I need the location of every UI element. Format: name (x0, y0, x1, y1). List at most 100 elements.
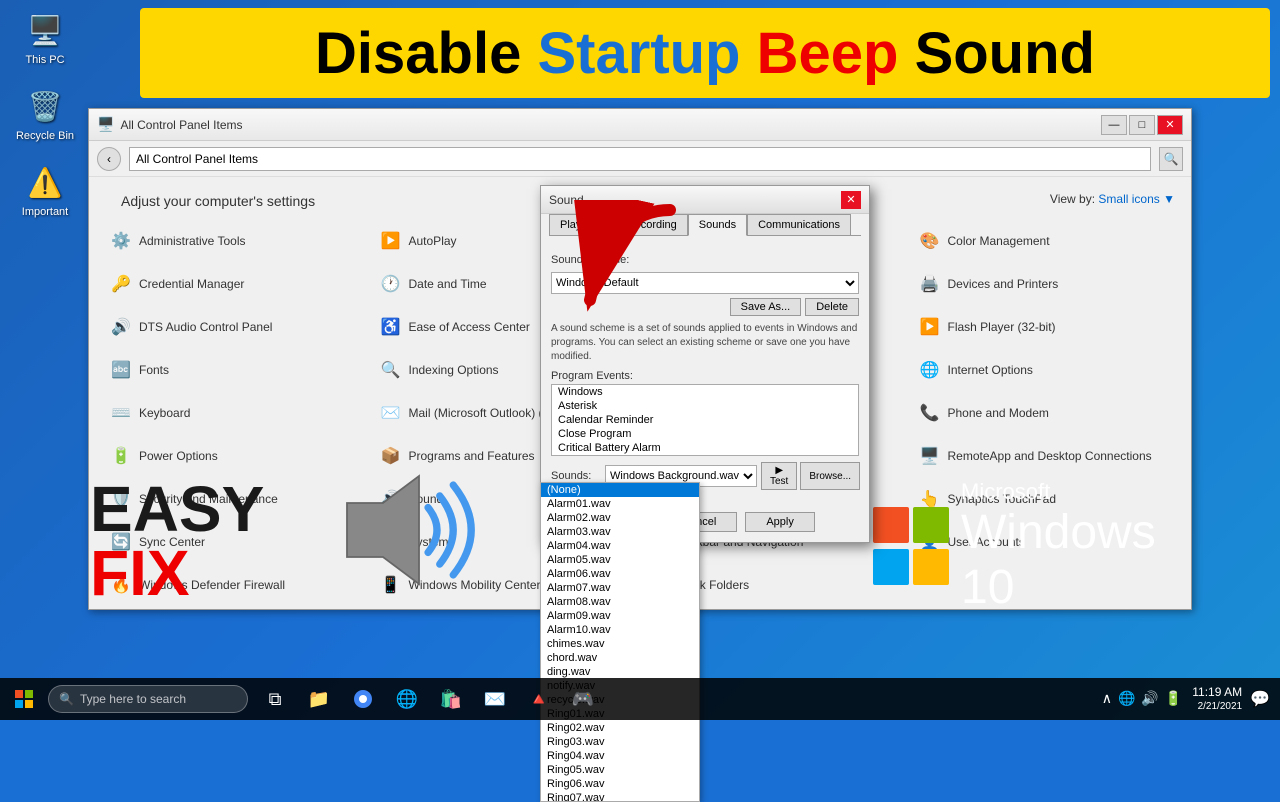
windows10-text: Windows 10 (961, 505, 1185, 615)
cp-item-keyboard[interactable]: ⌨️ Keyboard (105, 393, 367, 434)
indexing-icon: 🔍 (381, 360, 401, 380)
dropdown-item-alarm07[interactable]: Alarm07.wav (541, 581, 699, 595)
store-taskbar[interactable]: 🛍️ (432, 678, 470, 720)
win-logo-red (873, 507, 909, 543)
events-list[interactable]: Windows Asterisk Calendar Reminder Close… (551, 384, 859, 456)
clock-date: 2/21/2021 (1192, 700, 1242, 714)
view-mode[interactable]: Small icons (1098, 192, 1159, 206)
dropdown-item-alarm09[interactable]: Alarm09.wav (541, 609, 699, 623)
maximize-button[interactable]: □ (1129, 115, 1155, 135)
mail-taskbar[interactable]: ✉️ (476, 678, 514, 720)
windows-logo-grid (873, 507, 949, 587)
cp-item-phone-modem[interactable]: 📞 Phone and Modem (914, 393, 1176, 434)
desktop-icon-important[interactable]: ⚠️ Important (10, 162, 80, 218)
back-button[interactable]: ‹ (97, 147, 121, 171)
win-logo-green (913, 507, 949, 543)
address-bar[interactable]: All Control Panel Items (129, 147, 1151, 171)
devices-printers-icon: 🖨️ (920, 274, 940, 294)
dropdown-item-alarm08[interactable]: Alarm08.wav (541, 595, 699, 609)
cp-item-devices-printers[interactable]: 🖨️ Devices and Printers (914, 264, 1176, 305)
sound-scheme-select[interactable]: Windows Default (551, 272, 859, 294)
desktop-icons: 🖥️ This PC 🗑️ Recycle Bin ⚠️ Important (10, 10, 80, 218)
tab-recording[interactable]: Recording (616, 214, 688, 235)
browse-button[interactable]: Browse... (800, 462, 860, 490)
tab-playback[interactable]: Playback (549, 214, 616, 235)
search-button[interactable]: 🔍 (1159, 147, 1183, 171)
desktop-icon-recycle-bin[interactable]: 🗑️ Recycle Bin (10, 86, 80, 142)
volume-icon[interactable]: 🔊 (1141, 690, 1158, 707)
dropdown-item-alarm01[interactable]: Alarm01.wav (541, 497, 699, 511)
taskbar-search[interactable]: 🔍 Type here to search (48, 685, 248, 713)
event-close-program[interactable]: Close Program (552, 427, 858, 441)
admin-tools-icon: ⚙️ (111, 231, 131, 251)
autoplay-icon: ▶️ (381, 231, 401, 251)
microsoft-text: Microsoft (961, 479, 1185, 505)
dropdown-item-ring07[interactable]: Ring07.wav (541, 791, 699, 802)
flash-player-icon: ▶️ (920, 317, 940, 337)
dropdown-item-ring05[interactable]: Ring05.wav (541, 763, 699, 777)
clock-time: 11:19 AM (1192, 684, 1242, 701)
notification-center-button[interactable]: 💬 (1250, 689, 1270, 709)
cp-item-credential[interactable]: 🔑 Credential Manager (105, 264, 367, 305)
cp-titlebar: 🖥️ All Control Panel Items — □ ✕ (89, 109, 1191, 141)
start-button[interactable] (0, 678, 48, 720)
network-icon[interactable]: 🌐 (1118, 690, 1135, 707)
minimize-button[interactable]: — (1101, 115, 1127, 135)
sound-scheme-row: Sound Scheme: (551, 254, 859, 266)
cp-item-flash-player[interactable]: ▶️ Flash Player (32-bit) (914, 307, 1176, 348)
dropdown-item-alarm02[interactable]: Alarm02.wav (541, 511, 699, 525)
tab-sounds[interactable]: Sounds (688, 214, 747, 236)
cp-item-admin-tools[interactable]: ⚙️ Administrative Tools (105, 221, 367, 262)
vlc-taskbar[interactable]: 🔺 (520, 678, 558, 720)
dropdown-item-alarm03[interactable]: Alarm03.wav (541, 525, 699, 539)
battery-icon[interactable]: 🔋 (1165, 690, 1182, 707)
dropdown-item-ring04[interactable]: Ring04.wav (541, 749, 699, 763)
important-icon: ⚠️ (25, 162, 65, 202)
windows-text-group: Microsoft Windows 10 (961, 479, 1185, 615)
dropdown-item-alarm06[interactable]: Alarm06.wav (541, 567, 699, 581)
mail-icon: ✉️ (381, 403, 401, 423)
event-calendar[interactable]: Calendar Reminder (552, 413, 858, 427)
event-critical-battery[interactable]: Critical Battery Alarm (552, 441, 858, 455)
dropdown-item-ring06[interactable]: Ring06.wav (541, 777, 699, 791)
desktop-icon-this-pc[interactable]: 🖥️ This PC (10, 10, 80, 66)
cp-item-internet-options[interactable]: 🌐 Internet Options (914, 350, 1176, 391)
this-pc-icon: 🖥️ (25, 10, 65, 50)
cp-item-fonts[interactable]: 🔤 Fonts (105, 350, 367, 391)
banner-text: Disable Startup Beep Sound (315, 20, 1095, 87)
xbox-taskbar[interactable]: 🎮 (564, 678, 602, 720)
event-asterisk[interactable]: Asterisk (552, 399, 858, 413)
edge-taskbar[interactable]: 🌐 (388, 678, 426, 720)
dropdown-item-none[interactable]: (None) (541, 483, 699, 497)
tray-expand[interactable]: ∧ (1102, 690, 1112, 707)
close-button[interactable]: ✕ (1157, 115, 1183, 135)
system-tray: ∧ 🌐 🔊 🔋 (1102, 690, 1183, 707)
power-options-icon: 🔋 (111, 446, 131, 466)
event-critical-stop[interactable]: Critical Stop (552, 455, 858, 456)
sound-dropdown[interactable]: (None) Alarm01.wav Alarm02.wav Alarm03.w… (540, 482, 700, 802)
dropdown-item-ring02[interactable]: Ring02.wav (541, 721, 699, 735)
cp-item-remoteapp[interactable]: 🖥️ RemoteApp and Desktop Connections (914, 435, 1176, 476)
save-as-button[interactable]: Save As... (730, 298, 802, 316)
clock[interactable]: 11:19 AM 2/21/2021 (1192, 684, 1242, 715)
dropdown-item-ring03[interactable]: Ring03.wav (541, 735, 699, 749)
dropdown-item-chord[interactable]: chord.wav (541, 651, 699, 665)
cp-item-color-mgmt[interactable]: 🎨 Color Management (914, 221, 1176, 262)
dropdown-item-alarm10[interactable]: Alarm10.wav (541, 623, 699, 637)
dropdown-item-ding[interactable]: ding.wav (541, 665, 699, 679)
dropdown-item-chimes[interactable]: chimes.wav (541, 637, 699, 651)
event-windows[interactable]: Windows (552, 385, 858, 399)
file-explorer-taskbar[interactable]: 📁 (300, 678, 338, 720)
cp-item-dts-audio[interactable]: 🔊 DTS Audio Control Panel (105, 307, 367, 348)
test-button[interactable]: ▶ Test (761, 462, 797, 490)
sound-dialog-close[interactable]: ✕ (841, 191, 861, 209)
delete-button[interactable]: Delete (805, 298, 859, 316)
chrome-taskbar[interactable] (344, 678, 382, 720)
task-view-button[interactable]: ⧉ (256, 678, 294, 720)
dropdown-item-alarm05[interactable]: Alarm05.wav (541, 553, 699, 567)
tab-communications[interactable]: Communications (747, 214, 851, 235)
recycle-bin-icon: 🗑️ (25, 86, 65, 126)
apply-button[interactable]: Apply (745, 512, 815, 532)
dropdown-item-alarm04[interactable]: Alarm04.wav (541, 539, 699, 553)
search-icon: 🔍 (59, 692, 74, 706)
